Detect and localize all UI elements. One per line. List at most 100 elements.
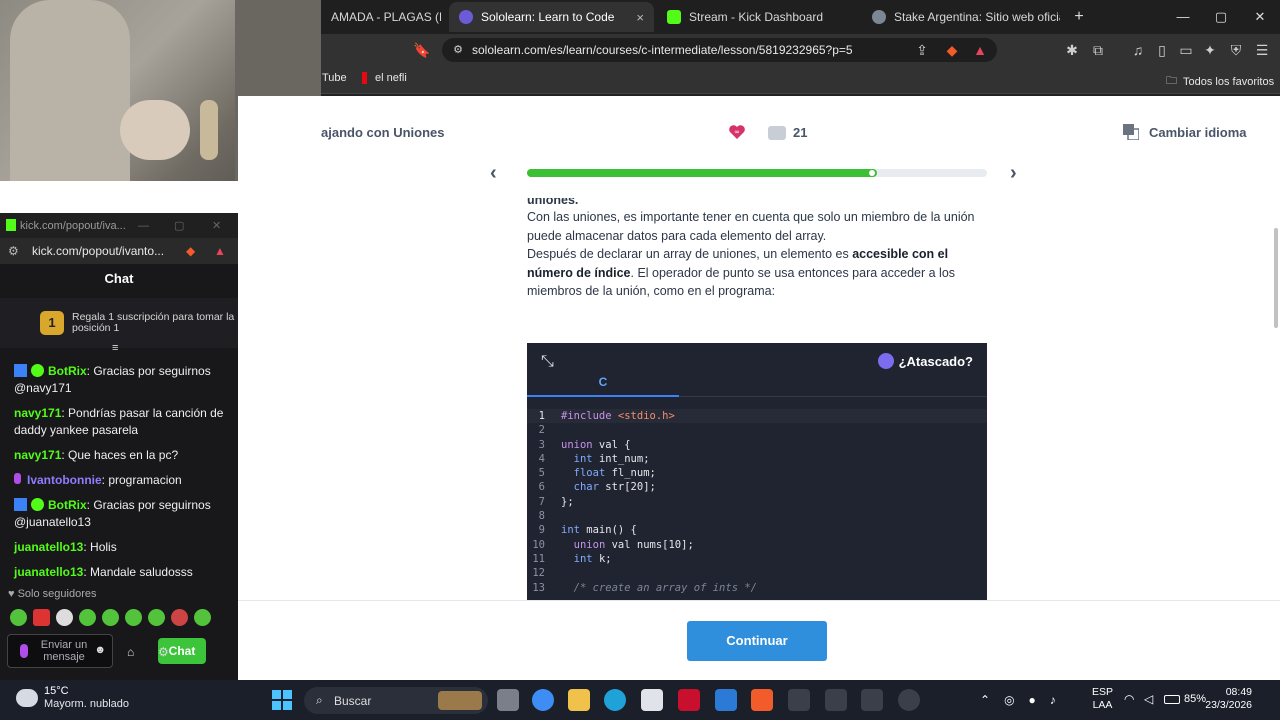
- chat-username[interactable]: Ivantobonnie: [27, 473, 102, 487]
- microphone-icon[interactable]: [20, 644, 28, 658]
- stake-favicon-icon: [872, 10, 886, 24]
- chat-username[interactable]: BotRix: [48, 498, 87, 512]
- brave-rewards-icon[interactable]: ▲: [970, 40, 990, 60]
- onedrive-icon[interactable]: ◎: [1004, 693, 1014, 707]
- emote-icon[interactable]: [102, 608, 119, 626]
- chat-username[interactable]: navy171: [14, 406, 61, 420]
- brave-rewards-icon[interactable]: ▲: [214, 244, 226, 258]
- tab-kick-dashboard[interactable]: Stream - Kick Dashboard: [657, 4, 857, 30]
- next-page-arrow-icon[interactable]: ›: [1010, 162, 1017, 185]
- continue-button[interactable]: Continuar: [687, 621, 827, 661]
- emote-icon[interactable]: [10, 608, 27, 626]
- translate-icon[interactable]: [1123, 124, 1139, 140]
- obs-icon[interactable]: [898, 689, 920, 711]
- emote-icon[interactable]: [33, 608, 50, 626]
- media-icon[interactable]: ♫: [1128, 40, 1148, 60]
- code-line: 12: [527, 566, 987, 580]
- gift-sub-promo[interactable]: 1 Regala 1 suscripción para tomar la pos…: [0, 298, 238, 354]
- maximize-icon[interactable]: ▢: [174, 219, 184, 232]
- line-number: 9: [538, 524, 545, 537]
- taskbar-search[interactable]: ⌕ Buscar: [304, 687, 488, 714]
- tab-sololearn[interactable]: Sololearn: Learn to Code ×: [449, 2, 654, 32]
- extensions-icon[interactable]: ✱: [1062, 40, 1082, 60]
- chat-heading: Chat: [104, 271, 134, 286]
- tab-stake[interactable]: Stake Argentina: Sitio web oficial de: [862, 4, 1060, 30]
- share-icon[interactable]: ⇪: [912, 40, 932, 60]
- emote-icon[interactable]: [148, 608, 165, 626]
- microphone-icon[interactable]: ♪: [1050, 693, 1056, 707]
- expand-icon[interactable]: ⤡: [541, 353, 554, 371]
- chat-username[interactable]: BotRix: [48, 364, 87, 378]
- all-bookmarks-folder[interactable]: 🗀 Todos los favoritos: [1166, 72, 1274, 91]
- bookmark-icon[interactable]: 🔖: [412, 40, 432, 60]
- emote-icon[interactable]: [125, 608, 142, 626]
- bookmark-youtube[interactable]: Tube: [322, 72, 347, 84]
- address-bar[interactable]: ⚙ sololearn.com/es/learn/courses/c-inter…: [442, 38, 997, 62]
- weather-widget[interactable]: 15°C Mayorm. nublado: [16, 685, 129, 711]
- sidebar-icon[interactable]: ▯: [1152, 40, 1172, 60]
- language-indicator[interactable]: ESP LAA: [1092, 686, 1113, 712]
- chat-username[interactable]: juanatello13: [14, 565, 83, 579]
- minimize-icon[interactable]: —: [138, 220, 149, 232]
- calculator-icon[interactable]: [861, 689, 883, 711]
- mcafee-icon[interactable]: [678, 689, 700, 711]
- vscode-icon[interactable]: [715, 689, 737, 711]
- emote-icon[interactable]: [171, 608, 188, 626]
- settings-icon[interactable]: ⚙: [158, 645, 169, 659]
- brave-icon[interactable]: [751, 689, 773, 711]
- security-icon[interactable]: ●: [1029, 693, 1036, 707]
- emote-icon[interactable]: [56, 608, 73, 626]
- chat-username[interactable]: juanatello13: [14, 540, 83, 554]
- hearts-icon[interactable]: ∞: [728, 124, 746, 140]
- store-icon[interactable]: [641, 689, 663, 711]
- stuck-help-button[interactable]: ¿Atascado?: [877, 353, 973, 369]
- site-settings-icon[interactable]: ⚙: [448, 40, 468, 60]
- chat-input-placeholder: Enviar un mensaje: [40, 639, 88, 663]
- code-editor[interactable]: 1 #include <stdio.h> 2 3 union val {4 int in…: [527, 409, 987, 595]
- tab-music[interactable]: AMADA - PLAGAS (FULL A: [321, 4, 441, 30]
- clock[interactable]: 08:49 23/3/2026: [1205, 686, 1252, 712]
- chat-address-bar[interactable]: ⚙ kick.com/popout/ivanto... ◆ ▲: [0, 238, 238, 264]
- page-scrollbar[interactable]: [1274, 228, 1278, 328]
- bookmark-netflix[interactable]: el nefli: [362, 72, 407, 84]
- store-icon[interactable]: ⌂: [127, 645, 134, 659]
- close-tab-icon[interactable]: ×: [628, 10, 644, 25]
- comments-count[interactable]: 21: [793, 125, 807, 140]
- network-app-icon[interactable]: [825, 689, 847, 711]
- code-line: 9 int main() {: [527, 523, 987, 537]
- menu-icon[interactable]: ☰: [1252, 40, 1272, 60]
- vpn-icon[interactable]: ⛨: [1226, 40, 1246, 60]
- task-view-icon[interactable]: [497, 689, 519, 711]
- maximize-icon[interactable]: ▢: [1206, 6, 1236, 28]
- leo-ai-icon[interactable]: ✦: [1200, 40, 1220, 60]
- verified-badge-icon: [31, 364, 44, 377]
- minimize-icon[interactable]: —: [1168, 6, 1198, 28]
- chat-username[interactable]: navy171: [14, 448, 61, 462]
- wifi-icon[interactable]: ◠: [1124, 692, 1134, 706]
- close-window-icon[interactable]: ✕: [212, 219, 221, 232]
- copilot-icon[interactable]: [532, 689, 554, 711]
- new-tab-button[interactable]: +: [1064, 6, 1094, 28]
- edge-icon[interactable]: [604, 689, 626, 711]
- wallet-icon[interactable]: ▭: [1176, 40, 1196, 60]
- emoji-icon[interactable]: ☻: [94, 644, 106, 656]
- emote-icon[interactable]: [194, 608, 211, 626]
- screenshot-icon[interactable]: ⧉: [1088, 40, 1108, 60]
- file-explorer-icon[interactable]: [568, 689, 590, 711]
- change-language-button[interactable]: Cambiar idioma: [1149, 125, 1247, 140]
- emote-icon[interactable]: [79, 608, 96, 626]
- tray-overflow-icon[interactable]: ⌃: [980, 693, 990, 707]
- start-button[interactable]: [272, 690, 292, 710]
- volume-icon[interactable]: ◁: [1144, 692, 1153, 706]
- brave-shields-icon[interactable]: ◆: [942, 40, 962, 60]
- close-window-icon[interactable]: ✕: [1245, 6, 1275, 28]
- previous-page-arrow-icon[interactable]: ‹: [490, 162, 497, 185]
- chat-message-input[interactable]: Enviar un mensaje ☻: [7, 634, 113, 668]
- app-icon[interactable]: [788, 689, 810, 711]
- battery-indicator[interactable]: 85%: [1164, 693, 1206, 705]
- collapse-icon[interactable]: ≡: [112, 342, 118, 354]
- tab-language-c[interactable]: C: [527, 375, 679, 397]
- site-settings-icon[interactable]: ⚙: [8, 244, 19, 258]
- brave-shields-icon[interactable]: ◆: [186, 244, 195, 258]
- comments-icon[interactable]: [768, 126, 786, 140]
